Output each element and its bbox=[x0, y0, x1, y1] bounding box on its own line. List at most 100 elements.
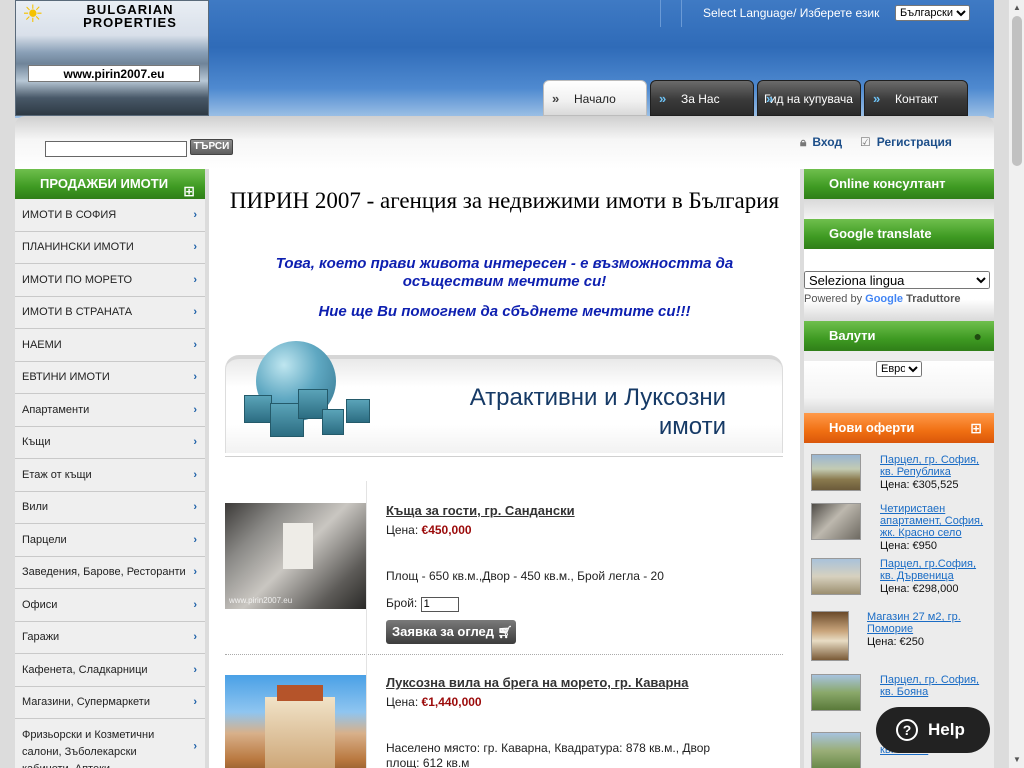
page-scrollbar[interactable]: ▲ ▼ bbox=[1008, 0, 1024, 768]
offer-photo[interactable] bbox=[811, 503, 861, 540]
chevron-right-icon: › bbox=[193, 371, 197, 384]
listing-photo[interactable] bbox=[225, 675, 366, 768]
sales-menu-item[interactable]: ПЛАНИНСКИ ИМОТИ › bbox=[15, 231, 205, 264]
sales-menu-item[interactable]: ИМОТИ В СОФИЯ › bbox=[15, 199, 205, 232]
offer-link[interactable]: Парцел, гр. София, кв. Република bbox=[880, 454, 992, 478]
price-value: €1,440,000 bbox=[421, 695, 482, 709]
chevron-right-icon: › bbox=[193, 566, 197, 579]
sales-menu-item-label: Магазини, Супермаркети bbox=[22, 696, 150, 709]
featured-banner: Атрактивни и Луксозни имоти bbox=[225, 341, 783, 453]
price-label: Цена: bbox=[386, 695, 419, 709]
offer-photo[interactable] bbox=[811, 732, 861, 768]
offer-photo[interactable] bbox=[811, 558, 861, 595]
sales-menu-item[interactable]: Къщи › bbox=[15, 426, 205, 459]
listing-title[interactable]: Луксозна вила на брега на морето, гр. Ка… bbox=[386, 675, 689, 690]
price-label: Цена: bbox=[386, 523, 419, 537]
sales-menu-item[interactable]: НАЕМИ › bbox=[15, 329, 205, 362]
search-button[interactable]: ТЪРСИ bbox=[190, 139, 233, 155]
online-consultant-label: Online консултант bbox=[829, 176, 946, 191]
logo-url: www.pirin2007.eu bbox=[28, 65, 200, 82]
tab-home[interactable]: » Начало bbox=[543, 80, 647, 116]
question-icon: ? bbox=[896, 719, 918, 741]
listing-price: Цена: €1,440,000 bbox=[386, 695, 482, 709]
listing-qty: Брой: bbox=[386, 596, 459, 612]
double-chevron-icon: » bbox=[873, 91, 880, 106]
offer-price: Цена: €305,525 bbox=[880, 479, 959, 491]
tab-about[interactable]: » За Нас bbox=[650, 80, 754, 116]
tab-contact[interactable]: » Контакт bbox=[864, 80, 968, 116]
offer-photo[interactable] bbox=[811, 674, 861, 711]
language-select[interactable]: Български bbox=[895, 5, 970, 21]
sales-menu-item[interactable]: Офиси › bbox=[15, 589, 205, 622]
login-link[interactable]: 🔒︎ Вход bbox=[800, 135, 842, 150]
box-icon bbox=[244, 395, 272, 423]
sales-menu-item-label: ИМОТИ ПО МОРЕТО bbox=[22, 273, 132, 286]
price-value: €450,000 bbox=[421, 523, 472, 537]
listing-description: Площ - 650 кв.м.,Двор - 450 кв.м., Брой … bbox=[386, 569, 664, 583]
tab-home-label: Начало bbox=[574, 92, 616, 106]
online-consultant-title[interactable]: Online консултант bbox=[804, 169, 994, 199]
banner-line-2: имоти bbox=[658, 413, 726, 440]
new-offers-title: Нови оферти ⊞ bbox=[804, 413, 994, 443]
sales-menu-item-label: Апартаменти bbox=[22, 403, 90, 416]
tab-buyers-guide[interactable]: » Гид на купувача bbox=[757, 80, 861, 116]
new-offers-label: Нови оферти bbox=[829, 420, 915, 435]
double-chevron-icon: » bbox=[659, 91, 666, 106]
tab-buyers-guide-label: Гид на купувача bbox=[764, 92, 853, 106]
scroll-up-arrow[interactable]: ▲ bbox=[1009, 0, 1024, 16]
help-button[interactable]: ? Help bbox=[876, 707, 990, 753]
fireplace-shape bbox=[283, 523, 313, 569]
page: ☀ BULGARIAN PROPERTIES www.pirin2007.eu … bbox=[0, 0, 1008, 768]
coins-icon: ● bbox=[973, 328, 982, 344]
logo[interactable]: ☀ BULGARIAN PROPERTIES www.pirin2007.eu bbox=[15, 0, 209, 116]
sales-menu-item-label: Офиси bbox=[22, 598, 58, 611]
chevron-right-icon: › bbox=[193, 598, 197, 611]
search-bar: ТЪРСИ 🔒︎ Вход ☑ Регистрация bbox=[15, 116, 994, 169]
listing-title[interactable]: Къща за гости, гр. Сандански bbox=[386, 503, 575, 518]
photo-watermark: www.pirin2007.eu bbox=[229, 596, 293, 605]
chevron-right-icon: › bbox=[193, 338, 197, 351]
sales-menu-item[interactable]: Вили › bbox=[15, 491, 205, 524]
sales-menu-item-label: ЕВТИНИ ИМОТИ bbox=[22, 371, 110, 384]
chevron-right-icon: › bbox=[193, 631, 197, 644]
listing-photo[interactable]: www.pirin2007.eu bbox=[225, 503, 366, 609]
order-viewing-button[interactable]: Заявка за оглед 🛒︎ bbox=[386, 620, 516, 644]
sales-menu-item[interactable]: ИМОТИ ПО МОРЕТО › bbox=[15, 264, 205, 297]
currency-title: Валути ● bbox=[804, 321, 994, 351]
listing-description: Населено място: гр. Каварна, Квадратура:… bbox=[386, 741, 711, 768]
qty-input[interactable] bbox=[420, 596, 459, 612]
chevron-right-icon: › bbox=[193, 740, 197, 752]
chevron-right-icon: › bbox=[193, 208, 197, 221]
listing-item: www.pirin2007.eu Къща за гости, гр. Санд… bbox=[225, 481, 783, 656]
sales-menu-item[interactable]: Магазини, Супермаркети › bbox=[15, 686, 205, 719]
sales-menu-item[interactable]: ЕВТИНИ ИМОТИ › bbox=[15, 361, 205, 394]
offer-link[interactable]: Парцел, гр. София, кв. Бояна bbox=[880, 674, 992, 698]
offer-price: Цена: €950 bbox=[880, 540, 938, 552]
sales-menu-item[interactable]: Гаражи › bbox=[15, 621, 205, 654]
sales-menu-item[interactable]: Етаж от къщи › bbox=[15, 459, 205, 492]
sales-menu-item[interactable]: ИМОТИ В СТРАНАТА › bbox=[15, 296, 205, 329]
villa-roof-shape bbox=[277, 685, 323, 701]
search-input[interactable] bbox=[45, 141, 187, 157]
offer-photo[interactable] bbox=[811, 454, 861, 491]
offer-photo[interactable] bbox=[811, 611, 849, 661]
sales-menu-item[interactable]: Парцели › bbox=[15, 524, 205, 557]
offer-link[interactable]: Магазин 27 м2, гр. Поморие bbox=[867, 611, 979, 635]
scroll-down-arrow[interactable]: ▼ bbox=[1009, 752, 1024, 768]
offer-link[interactable]: Четиристаен апартамент, София, жк. Красн… bbox=[880, 503, 992, 539]
sales-menu-item[interactable]: Апартаменти › bbox=[15, 394, 205, 427]
left-sidebar: ПРОДАЖБИ ИМОТИ ⊞ ИМОТИ В СОФИЯ › ПЛАНИНСКИ… bbox=[15, 169, 205, 768]
sales-menu-item[interactable]: Кафенета, Сладкарници › bbox=[15, 654, 205, 687]
sales-menu-item-label: ПЛАНИНСКИ ИМОТИ bbox=[22, 241, 134, 254]
chevron-right-icon: › bbox=[193, 306, 197, 319]
banner-divider bbox=[225, 456, 783, 457]
scroll-thumb[interactable] bbox=[1012, 16, 1022, 166]
sales-menu-item[interactable]: Заведения, Барове, Ресторанти › bbox=[15, 556, 205, 589]
offer-link[interactable]: Парцел, гр.София, кв. Дървеница bbox=[880, 558, 992, 582]
register-link[interactable]: ☑ Регистрация bbox=[860, 135, 952, 149]
sun-icon: ☀ bbox=[22, 1, 44, 28]
currency-select[interactable]: Евро bbox=[876, 361, 922, 377]
sales-menu-item[interactable]: Фризьорски и Козметични салони, Зъболека… bbox=[15, 719, 205, 768]
chevron-right-icon: › bbox=[193, 663, 197, 676]
translate-language-select[interactable]: Seleziona lingua bbox=[804, 271, 990, 289]
